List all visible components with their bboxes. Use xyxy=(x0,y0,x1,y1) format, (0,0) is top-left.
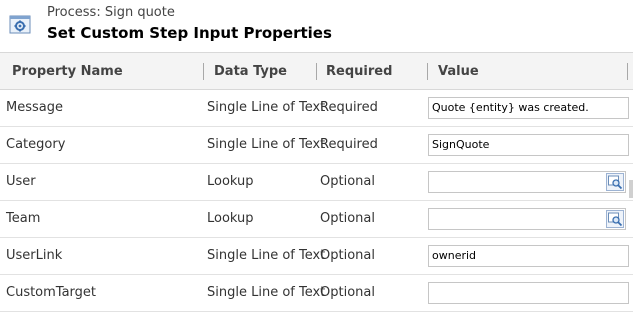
properties-grid: Property Name Data Type Required Value M… xyxy=(0,52,633,314)
property-name: Message xyxy=(6,100,63,115)
property-name: Category xyxy=(6,137,66,152)
lookup-search-icon[interactable] xyxy=(606,173,624,191)
data-type: Single Line of Text xyxy=(207,137,326,152)
column-separator[interactable] xyxy=(627,63,628,80)
dialog-header: Process: Sign quote Set Custom Step Inpu… xyxy=(0,0,633,52)
column-header-required[interactable]: Required xyxy=(326,53,392,90)
required-status: Required xyxy=(320,137,378,152)
team-lookup-input[interactable] xyxy=(428,208,626,230)
property-name: UserLink xyxy=(6,248,63,263)
process-label: Process: Sign quote xyxy=(47,5,175,20)
property-name: Team xyxy=(6,211,41,226)
table-row: Category Single Line of Text Required Si… xyxy=(0,127,633,164)
column-separator[interactable] xyxy=(203,63,204,80)
data-type: Single Line of Text xyxy=(207,248,326,263)
customtarget-value-input[interactable] xyxy=(428,282,629,304)
data-type: Lookup xyxy=(207,211,254,226)
table-row: UserLink Single Line of Text Optional ow… xyxy=(0,238,633,275)
userlink-value-input[interactable]: ownerid xyxy=(428,245,629,267)
table-row: Message Single Line of Text Required Quo… xyxy=(0,90,633,127)
table-row: Team Lookup Optional xyxy=(0,201,633,238)
column-header-data-type[interactable]: Data Type xyxy=(214,53,287,90)
category-value-input[interactable]: SignQuote xyxy=(428,134,629,156)
scrollbar-thumb[interactable] xyxy=(629,180,633,198)
property-name: User xyxy=(6,174,36,189)
lookup-search-icon[interactable] xyxy=(606,210,624,228)
required-status: Optional xyxy=(320,211,375,226)
column-header-row: Property Name Data Type Required Value xyxy=(0,52,633,90)
column-separator[interactable] xyxy=(316,63,317,80)
data-type: Lookup xyxy=(207,174,254,189)
message-value-input[interactable]: Quote {entity} was created. xyxy=(428,97,629,119)
required-status: Optional xyxy=(320,248,375,263)
column-separator[interactable] xyxy=(427,63,428,80)
user-lookup-input[interactable] xyxy=(428,171,626,193)
column-header-property-name[interactable]: Property Name xyxy=(12,53,123,90)
required-status: Optional xyxy=(320,285,375,300)
dialog-title: Set Custom Step Input Properties xyxy=(47,24,332,42)
table-row: User Lookup Optional xyxy=(0,164,633,201)
data-type: Single Line of Text xyxy=(207,100,326,115)
process-gear-icon xyxy=(9,15,31,34)
property-name: CustomTarget xyxy=(6,285,97,300)
column-header-value[interactable]: Value xyxy=(438,53,479,90)
required-status: Optional xyxy=(320,174,375,189)
required-status: Required xyxy=(320,100,378,115)
table-row: CustomTarget Single Line of Text Optiona… xyxy=(0,275,633,312)
data-type: Single Line of Text xyxy=(207,285,326,300)
